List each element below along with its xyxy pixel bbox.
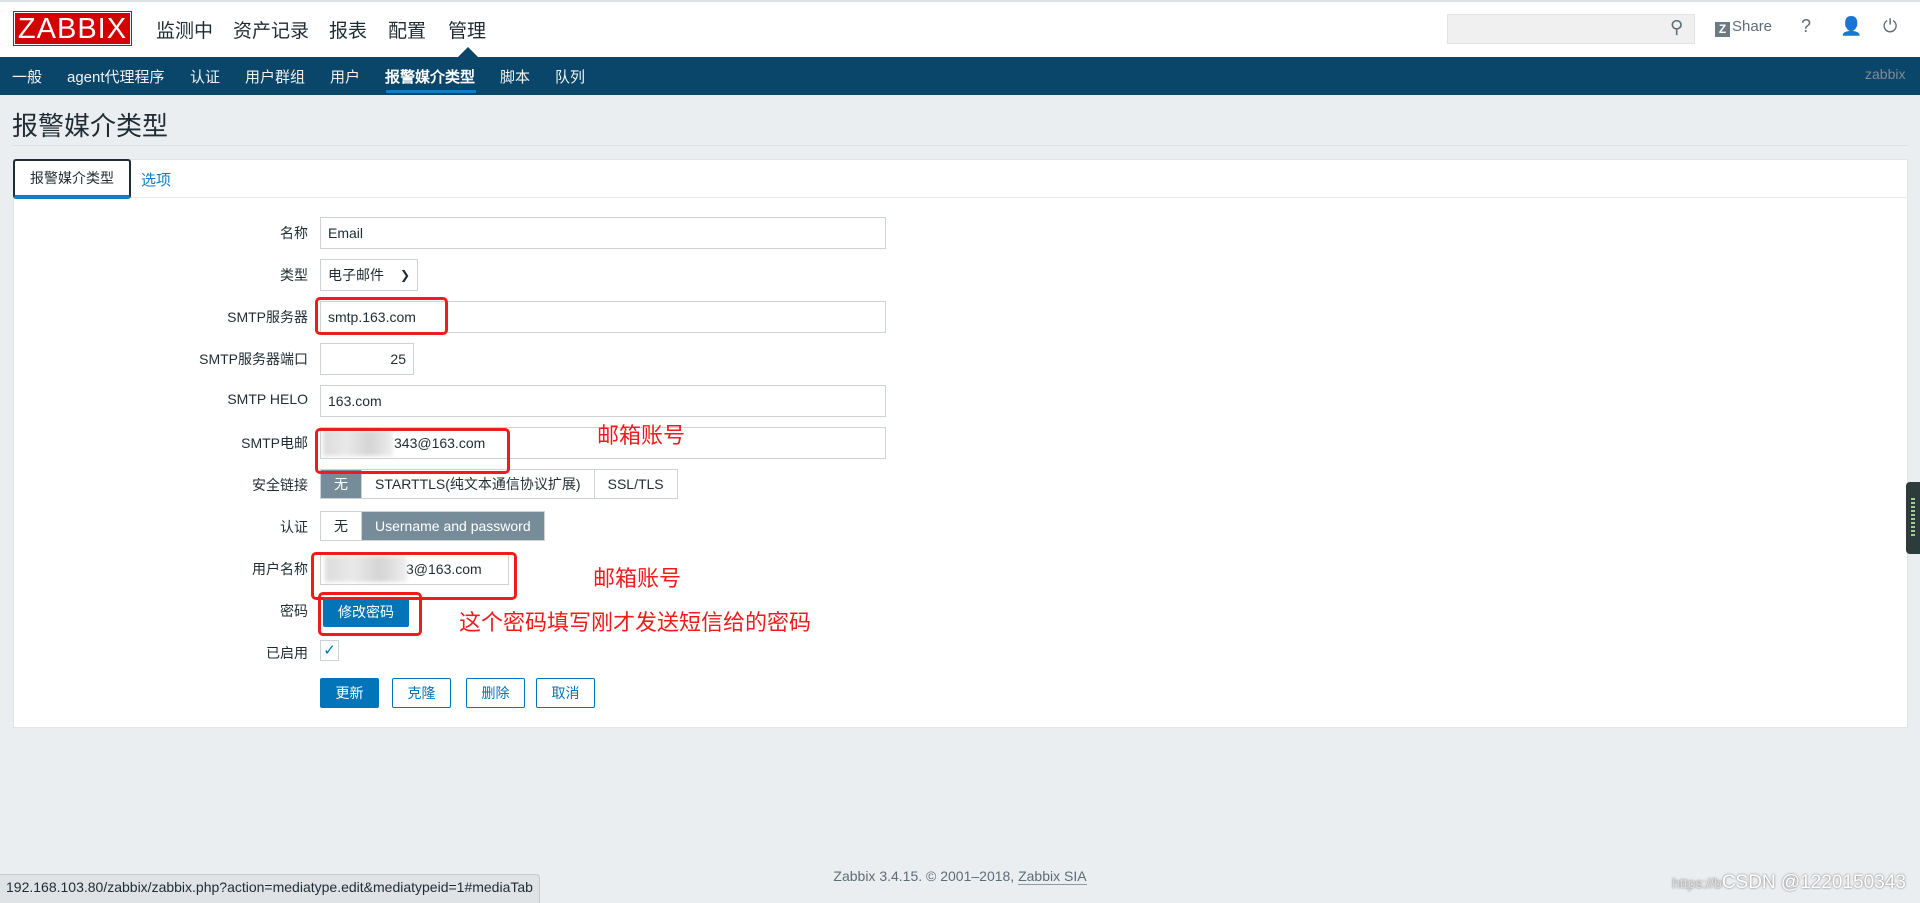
subnav-general[interactable]: 一般 — [12, 66, 42, 87]
subnav-scripts[interactable]: 脚本 — [500, 66, 530, 87]
power-icon[interactable]: ⏻ — [1883, 16, 1897, 37]
auth-label: 认证 — [280, 519, 308, 535]
search-input[interactable] — [1447, 14, 1695, 44]
clone-button[interactable]: 克隆 — [392, 678, 451, 708]
annotation-box — [318, 592, 422, 636]
smtp-helo-label: SMTP HELO — [227, 391, 308, 407]
delete-button[interactable]: 删除 — [466, 678, 525, 708]
security-label: 安全链接 — [252, 477, 308, 493]
page-title: 报警媒介类型 — [12, 111, 169, 141]
annotation-box — [315, 297, 448, 335]
security-ssl-tls[interactable]: SSL/TLS — [594, 470, 677, 498]
active-menu-caret — [458, 47, 478, 57]
subnav-proxies[interactable]: agent代理程序 — [67, 66, 165, 87]
type-label: 类型 — [280, 267, 308, 283]
checkmark-icon: ✓ — [323, 642, 336, 659]
csdn-watermark: https://bCSDN @1220150343 — [1672, 872, 1906, 894]
auth-toggle: 无 Username and password — [320, 511, 545, 541]
type-value: 电子邮件 — [328, 267, 384, 283]
update-button[interactable]: 更新 — [320, 678, 379, 708]
share-label: Share — [1732, 18, 1773, 35]
enabled-checkbox[interactable]: ✓ — [320, 640, 339, 661]
smtp-email-label: SMTP电邮 — [241, 435, 308, 451]
annotation-email-note: 邮箱账号 — [597, 423, 686, 448]
menu-inventory[interactable]: 资产记录 — [233, 16, 309, 43]
smtp-port-label: SMTP服务器端口 — [199, 351, 308, 367]
enabled-label: 已启用 — [266, 645, 308, 661]
watermark-prefix: https://b — [1672, 875, 1722, 891]
smtp-helo-input[interactable]: 163.com — [320, 385, 886, 417]
user-profile-icon[interactable]: 👤 — [1840, 16, 1862, 37]
zabbix-logo[interactable]: ZABBIX — [13, 11, 132, 46]
active-subnav-underline — [386, 90, 476, 93]
subnav-users[interactable]: 用户 — [330, 66, 360, 87]
footer-link[interactable]: Zabbix SIA — [1018, 868, 1087, 885]
subnav-queue[interactable]: 队列 — [555, 66, 585, 87]
server-name: zabbix — [1865, 66, 1906, 82]
watermark-text: CSDN @1220150343 — [1721, 872, 1906, 893]
help-icon[interactable]: ? — [1801, 16, 1811, 37]
menu-reports[interactable]: 报表 — [329, 16, 367, 43]
auth-none[interactable]: 无 — [321, 512, 362, 540]
tab-media-type[interactable]: 报警媒介类型 — [13, 159, 131, 199]
menu-configuration[interactable]: 配置 — [388, 16, 426, 43]
name-input[interactable]: Email — [320, 217, 886, 249]
tab-options[interactable]: 选项 — [141, 169, 171, 190]
zabbix-share-icon: Z — [1715, 22, 1730, 37]
divider — [12, 145, 1908, 146]
side-widget-handle[interactable] — [1906, 482, 1920, 554]
password-label: 密码 — [280, 603, 308, 619]
tab-divider — [13, 197, 1908, 198]
annotation-username-note: 邮箱账号 — [593, 566, 682, 591]
cancel-button[interactable]: 取消 — [536, 678, 595, 708]
annotation-password-note: 这个密码填写刚才发送短信给的密码 — [459, 610, 812, 635]
search-icon[interactable]: ⚲ — [1670, 17, 1683, 38]
smtp-server-label: SMTP服务器 — [227, 309, 308, 325]
meter-icon — [1911, 498, 1915, 538]
menu-monitoring[interactable]: 监测中 — [156, 16, 213, 43]
security-starttls[interactable]: STARTTLS(纯文本通信协议扩展) — [362, 470, 595, 498]
chevron-down-icon: ❯ — [399, 268, 410, 282]
smtp-port-input[interactable]: 25 — [320, 343, 414, 375]
status-bar-url: 192.168.103.80/zabbix/zabbix.php?action=… — [0, 874, 540, 903]
type-select[interactable]: 电子邮件 ❯ — [320, 259, 418, 291]
subnav-user-groups[interactable]: 用户群组 — [245, 66, 305, 87]
annotation-box — [315, 428, 510, 474]
name-label: 名称 — [280, 225, 308, 241]
username-label: 用户名称 — [252, 561, 308, 577]
security-none[interactable]: 无 — [321, 470, 362, 498]
share-link[interactable]: Z Share — [1715, 18, 1772, 37]
subnav-media-types[interactable]: 报警媒介类型 — [385, 66, 475, 87]
auth-username-password[interactable]: Username and password — [362, 512, 544, 540]
menu-administration[interactable]: 管理 — [448, 16, 486, 43]
subnav-authentication[interactable]: 认证 — [190, 66, 220, 87]
footer-text: Zabbix 3.4.15. © 2001–2018, — [833, 868, 1019, 884]
